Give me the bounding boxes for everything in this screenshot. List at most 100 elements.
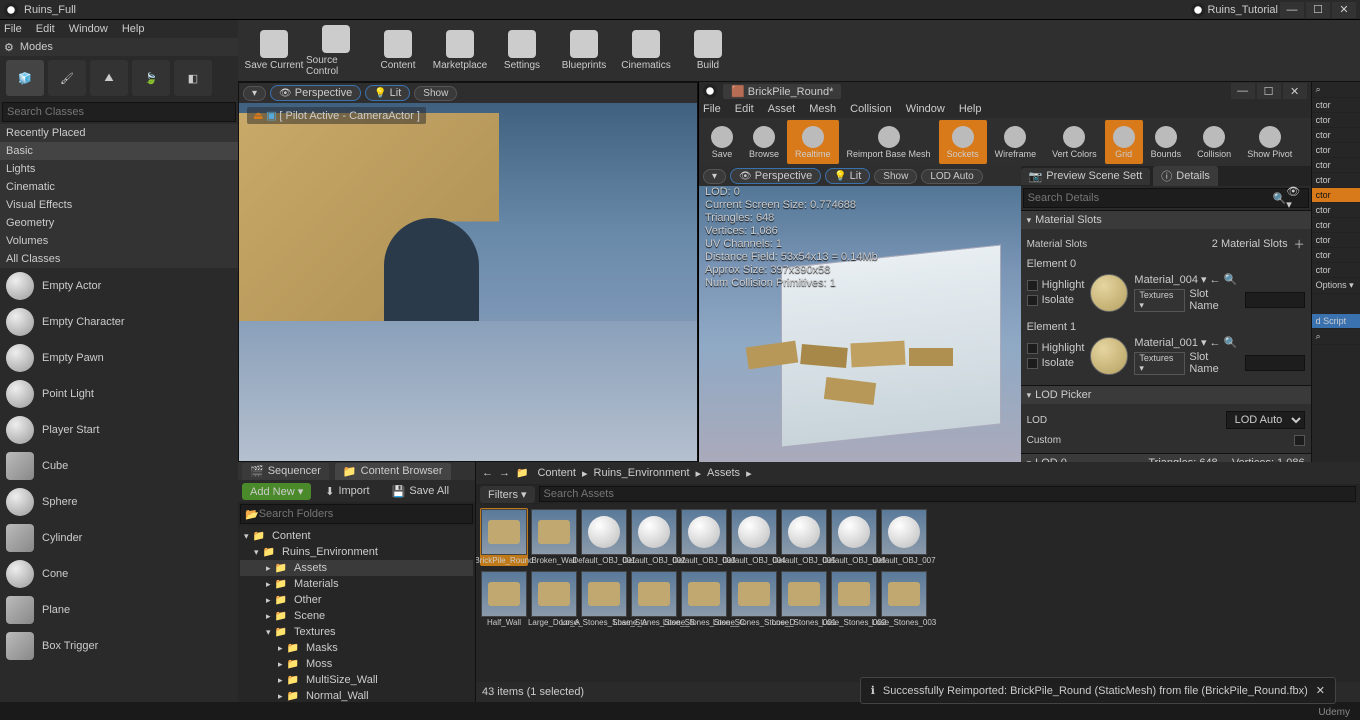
asset-tile[interactable]: Lose_Stones_003: [880, 570, 928, 628]
place-item[interactable]: Sphere: [0, 484, 238, 520]
toolbar-source-control[interactable]: Source Control: [306, 23, 366, 79]
asset-tile[interactable]: Default_OBJ_001: [580, 508, 628, 566]
search-assets-input[interactable]: [539, 486, 1356, 502]
pilot-overlay[interactable]: ⏏ ▣ [ Pilot Active - CameraActor ]: [247, 107, 426, 124]
mesh-tool-vert-colors[interactable]: Vert Colors: [1044, 120, 1105, 164]
sources-toggle-icon[interactable]: 📂: [245, 508, 259, 521]
el0-isolate[interactable]: Isolate: [1027, 294, 1085, 306]
mat0-browse-icon[interactable]: ←: [1210, 274, 1221, 286]
sec-material-slots[interactable]: Material Slots: [1021, 211, 1311, 229]
mesh-tool-grid[interactable]: Grid: [1105, 120, 1143, 164]
mesh-tool-collision[interactable]: Collision: [1189, 120, 1239, 164]
search-folders-input[interactable]: [259, 508, 468, 520]
asset-tile[interactable]: BrickPile_Round: [480, 508, 528, 566]
add-new-button[interactable]: Add New ▾: [242, 483, 311, 500]
maximize-button[interactable]: ☐: [1306, 2, 1330, 18]
crumb-assets[interactable]: Assets: [707, 467, 740, 479]
el1-isolate[interactable]: Isolate: [1027, 357, 1085, 369]
place-item[interactable]: Empty Actor: [0, 268, 238, 304]
mode-paint[interactable]: 🖌: [48, 60, 86, 96]
toolbar-save-current[interactable]: Save Current: [244, 23, 304, 79]
mesh-vp-options[interactable]: ▾: [703, 169, 726, 184]
toolbar-settings[interactable]: Settings: [492, 23, 552, 79]
tree-textures[interactable]: Textures: [240, 624, 473, 640]
mesh-tab[interactable]: 🟫 BrickPile_Round*: [723, 84, 841, 99]
tab-preview-scene[interactable]: 📷 Preview Scene Sett: [1021, 168, 1151, 185]
sub-menu-file[interactable]: File: [703, 103, 721, 115]
cat-geometry[interactable]: Geometry: [0, 214, 238, 232]
cat-lights[interactable]: Lights: [0, 160, 238, 178]
place-item[interactable]: Empty Pawn: [0, 340, 238, 376]
sub-menu-mesh[interactable]: Mesh: [809, 103, 836, 115]
mode-geometry[interactable]: ◧: [174, 60, 212, 96]
vp-options[interactable]: ▾: [243, 86, 266, 101]
mat1-textures[interactable]: Textures ▾: [1134, 352, 1185, 375]
mesh-tool-save[interactable]: Save: [703, 120, 741, 164]
cat-cinematic[interactable]: Cinematic: [0, 178, 238, 196]
mat1-find-icon[interactable]: 🔍: [1224, 336, 1238, 349]
mesh-viewport[interactable]: ▾ 👁 Perspective 💡 Lit Show LOD Auto LOD:…: [699, 166, 1021, 462]
tree-other[interactable]: Other: [240, 592, 473, 608]
asset-tile[interactable]: Broken_Wall: [530, 508, 578, 566]
outliner-selected[interactable]: ctor: [1312, 188, 1360, 203]
add-slot-icon[interactable]: ＋: [1294, 236, 1305, 252]
toast-close-icon[interactable]: ✕: [1316, 684, 1325, 697]
search-classes[interactable]: [2, 102, 236, 122]
tab-details[interactable]: ⓘ Details: [1153, 166, 1218, 186]
asset-tile[interactable]: Default_OBJ_007: [880, 508, 928, 566]
place-item[interactable]: Point Light: [0, 376, 238, 412]
sub-menu-window[interactable]: Window: [906, 103, 945, 115]
place-item[interactable]: Cube: [0, 448, 238, 484]
mode-place[interactable]: 🧊: [6, 60, 44, 96]
cat-vfx[interactable]: Visual Effects: [0, 196, 238, 214]
import-button[interactable]: ⬇ Import: [317, 483, 377, 500]
mesh-tool-reimport-base-mesh[interactable]: Reimport Base Mesh: [839, 120, 939, 164]
mat1-thumb[interactable]: [1090, 337, 1128, 375]
toolbar-build[interactable]: Build: [678, 23, 738, 79]
toolbar-blueprints[interactable]: Blueprints: [554, 23, 614, 79]
mat0-find-icon[interactable]: 🔍: [1224, 273, 1238, 286]
vp-lit[interactable]: 💡 Lit: [365, 85, 410, 101]
cat-basic[interactable]: Basic: [0, 142, 238, 160]
vp-show[interactable]: Show: [414, 86, 457, 101]
mat0-dropdown-icon[interactable]: ▾: [1201, 273, 1207, 286]
asset-tile[interactable]: Half_Wall: [480, 570, 528, 628]
tree-moss[interactable]: Moss: [240, 656, 473, 672]
mesh-tool-bounds[interactable]: Bounds: [1143, 120, 1190, 164]
details-search[interactable]: 🔍 👁▾: [1023, 188, 1309, 208]
sub-menu-edit[interactable]: Edit: [735, 103, 754, 115]
filters-button[interactable]: Filters ▾: [480, 486, 535, 503]
nav-back-icon[interactable]: ←: [482, 467, 493, 479]
sub-maximize[interactable]: ☐: [1257, 83, 1281, 99]
toolbar-cinematics[interactable]: Cinematics: [616, 23, 676, 79]
mat1-slotname-input[interactable]: [1245, 355, 1305, 371]
save-all-button[interactable]: 💾 Save All: [384, 483, 457, 500]
view-options-icon[interactable]: 👁▾: [1286, 185, 1303, 211]
cat-recently[interactable]: Recently Placed: [0, 124, 238, 142]
menu-window[interactable]: Window: [69, 23, 108, 35]
asset-tile[interactable]: Default_OBJ_006: [830, 508, 878, 566]
place-item[interactable]: Box Trigger: [0, 628, 238, 664]
toolbar-marketplace[interactable]: Marketplace: [430, 23, 490, 79]
mesh-vp-lod[interactable]: LOD Auto: [921, 169, 982, 184]
mesh-tool-wireframe[interactable]: Wireframe: [987, 120, 1045, 164]
asset-tile[interactable]: Default_OBJ_003: [680, 508, 728, 566]
sec-lod-picker[interactable]: LOD Picker: [1021, 386, 1311, 404]
level-viewport[interactable]: ▾ 👁 Perspective 💡 Lit Show ⏏ ▣ [ Pilot A…: [238, 82, 698, 462]
sub-minimize[interactable]: —: [1231, 83, 1255, 99]
outliner-options[interactable]: Options ▾: [1312, 278, 1360, 294]
mat0-textures[interactable]: Textures ▾: [1134, 289, 1185, 312]
lod-custom-check[interactable]: [1294, 435, 1305, 446]
blueprint-script-button[interactable]: d Script: [1312, 314, 1360, 329]
menu-file[interactable]: File: [4, 23, 22, 35]
mat0-thumb[interactable]: [1090, 274, 1128, 312]
place-item[interactable]: Empty Character: [0, 304, 238, 340]
mesh-vp-perspective[interactable]: 👁 Perspective: [730, 168, 821, 184]
tree-normal_wall[interactable]: Normal_Wall: [240, 688, 473, 702]
tree-ruins_environment[interactable]: Ruins_Environment: [240, 544, 473, 560]
el1-highlight[interactable]: Highlight: [1027, 342, 1085, 354]
mat1-dropdown-icon[interactable]: ▾: [1201, 336, 1207, 349]
lod-select[interactable]: LOD Auto: [1226, 411, 1305, 429]
mesh-vp-show[interactable]: Show: [874, 169, 917, 184]
search-classes-input[interactable]: [7, 106, 231, 118]
